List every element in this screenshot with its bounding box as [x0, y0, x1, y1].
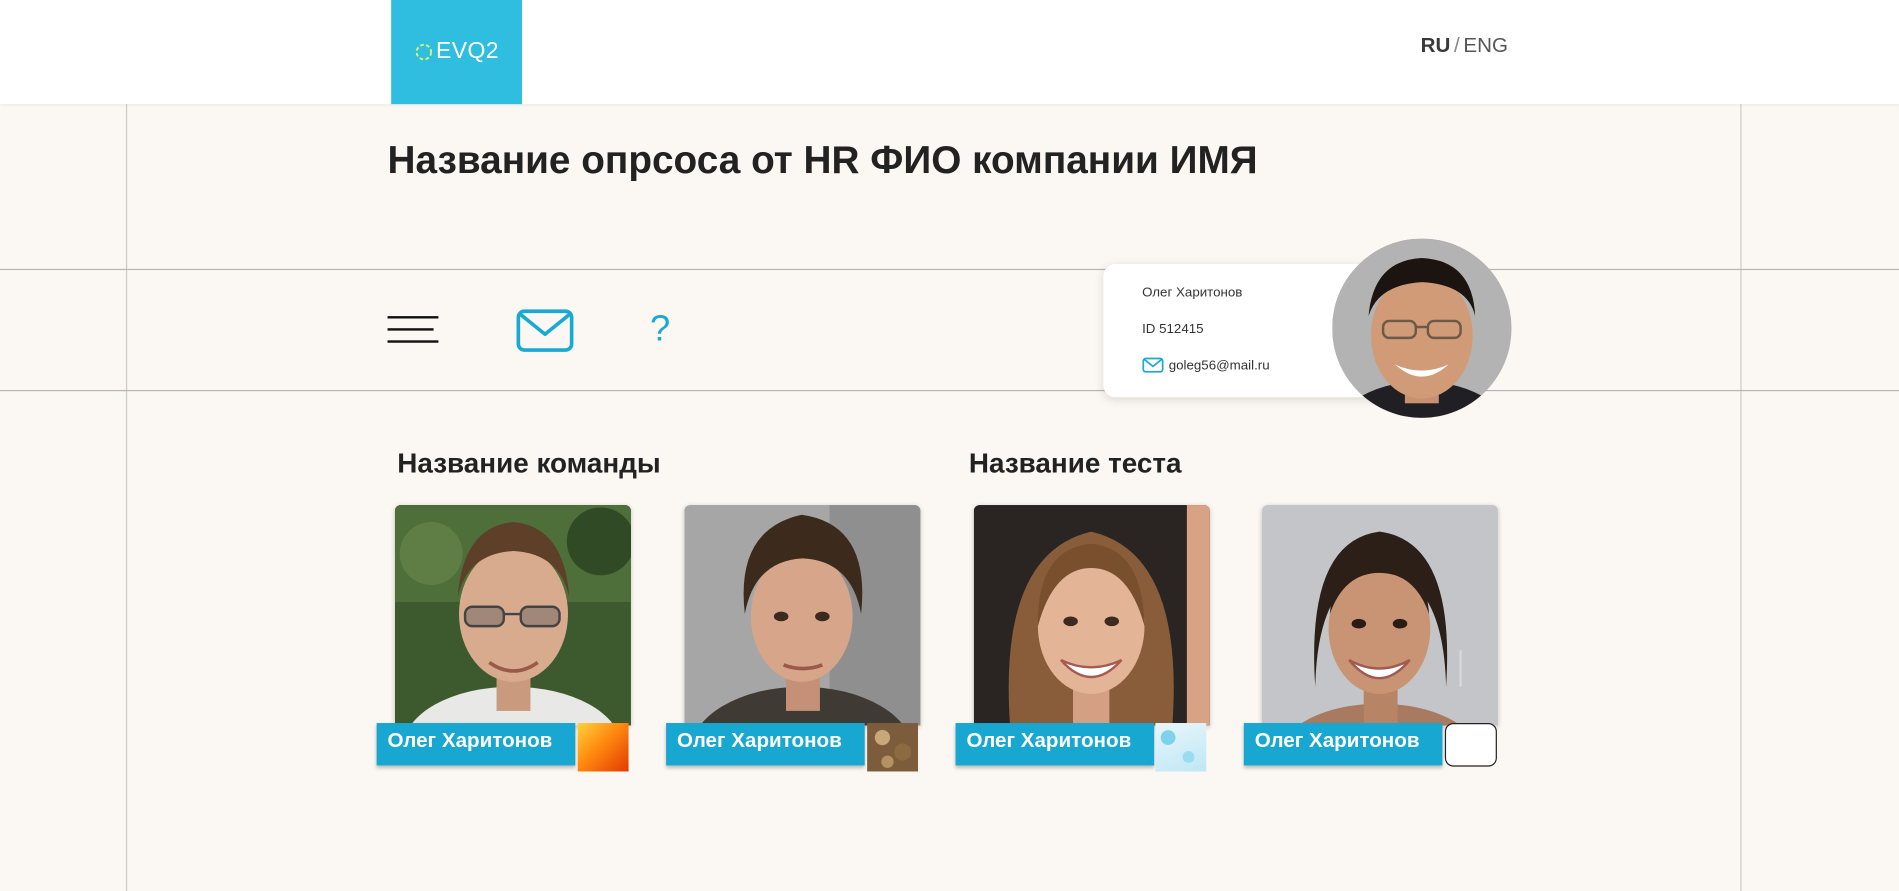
profile-name: Олег Харитонов [1142, 285, 1243, 301]
member-photo-card[interactable] [394, 505, 631, 726]
envelope-icon [1142, 357, 1164, 373]
member-photo [394, 505, 631, 726]
member-photo-card[interactable] [1261, 505, 1499, 726]
hamburger-menu-button[interactable] [387, 316, 439, 347]
mail-button[interactable] [516, 309, 574, 353]
test-title: Название теста [968, 446, 1182, 479]
water-drops-swatch[interactable] [1155, 723, 1207, 772]
member-name-tag[interactable]: Олег Харитонов [376, 723, 576, 766]
member-photo [1261, 505, 1499, 726]
team-title: Название команды [397, 446, 661, 479]
member-name-tag[interactable]: Олег Харитонов [1243, 723, 1443, 766]
brown-texture-swatch[interactable] [867, 723, 919, 772]
grid-line-bottom [0, 389, 1899, 392]
lang-eng-link[interactable]: ENG [1463, 34, 1508, 57]
menu-line-2 [387, 328, 434, 331]
orange-flame-swatch[interactable] [577, 723, 629, 772]
member-photo-card[interactable] [684, 505, 921, 726]
help-button[interactable]: ? [647, 308, 674, 352]
profile-id: ID 512415 [1142, 322, 1204, 337]
avatar-photo [1332, 238, 1512, 418]
language-switcher: RU / ENG [1421, 34, 1508, 58]
grid-line-right [1740, 92, 1742, 891]
lang-ru-link[interactable]: RU [1421, 34, 1451, 57]
white-swatch[interactable] [1444, 723, 1497, 767]
profile-email: goleg56@mail.ru [1168, 357, 1270, 373]
member-name-tag[interactable]: Олег Харитонов [666, 723, 865, 766]
top-header: EVQ2 RU / ENG [0, 0, 1899, 105]
logo-text: EVQ2 [436, 38, 499, 65]
member-photo-card[interactable] [973, 505, 1210, 726]
member-name-tag[interactable]: Олег Харитонов [955, 723, 1155, 766]
grid-line-left [125, 92, 128, 891]
profile-email-row[interactable]: goleg56@mail.ru [1142, 357, 1270, 373]
menu-line-1 [387, 316, 439, 319]
logo-ring-icon [415, 43, 433, 61]
page-title: Название опрсоса от HR ФИО компании ИМЯ [387, 138, 1258, 182]
grid-line-top [0, 268, 1899, 271]
lang-separator: / [1454, 33, 1460, 57]
member-photo [684, 505, 921, 726]
envelope-icon [516, 309, 574, 352]
member-photo [973, 505, 1210, 726]
profile-avatar[interactable] [1332, 238, 1512, 418]
menu-line-3 [387, 340, 439, 343]
logo[interactable]: EVQ2 [391, 0, 522, 105]
